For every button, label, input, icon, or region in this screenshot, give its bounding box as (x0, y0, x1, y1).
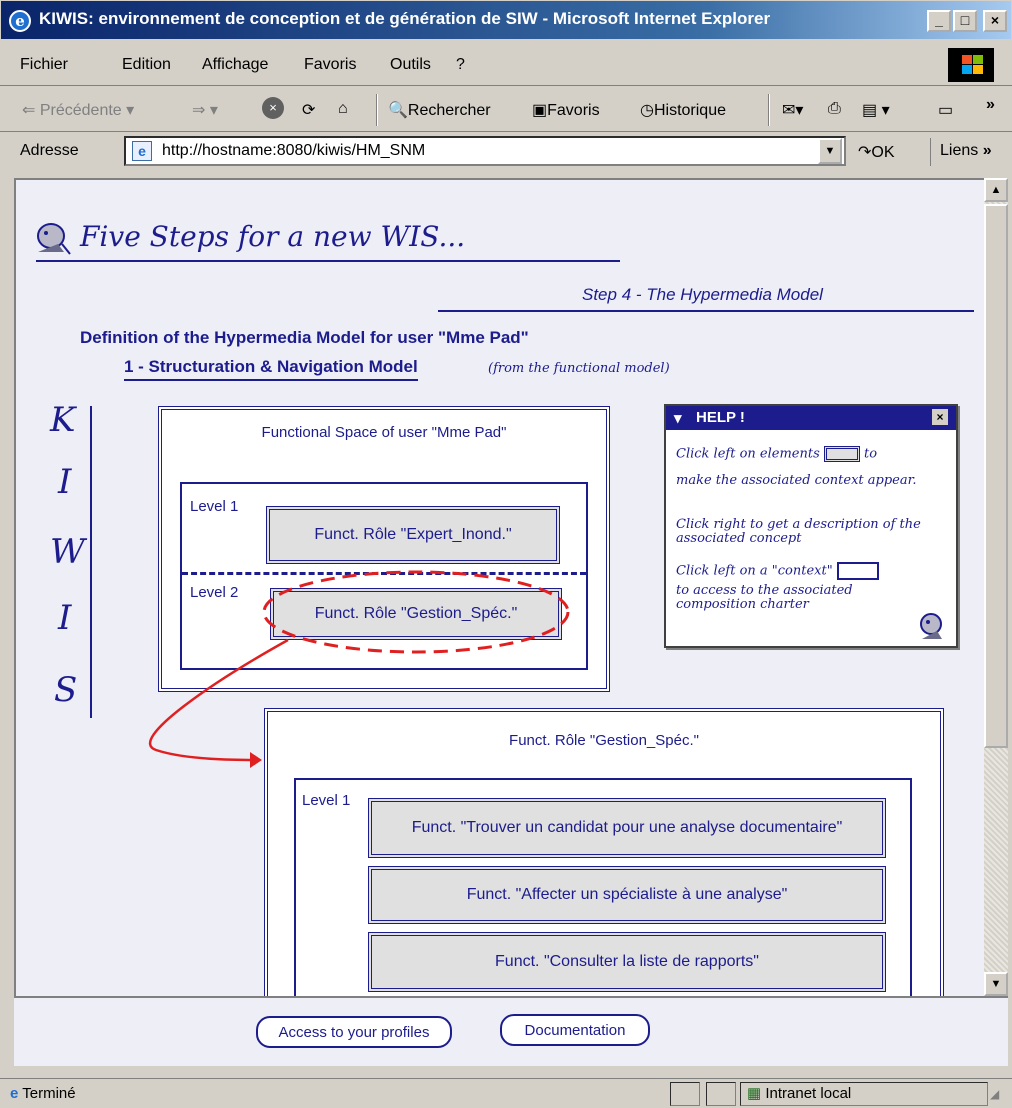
title-bar: e KIWIS: environnement de conception et … (0, 0, 1012, 40)
profiles-button[interactable]: Access to your profiles (256, 1016, 452, 1048)
mail-icon[interactable]: ✉▾ (782, 100, 803, 120)
print-icon[interactable]: ⎙ (828, 100, 841, 118)
search-button[interactable]: 🔍Rechercher (388, 100, 491, 120)
menu-affichage[interactable]: Affichage (202, 56, 268, 74)
toolbar-separator (768, 94, 770, 126)
forward-button[interactable]: ⇒ ▾ (192, 100, 218, 120)
help-line2: Click right to get a description of the … (676, 517, 921, 546)
element-sample-icon (823, 446, 860, 462)
help-close-icon[interactable]: × (932, 409, 948, 425)
menu-favoris[interactable]: Favoris (304, 56, 356, 74)
toolbar-separator (376, 94, 378, 126)
help-line1: Click left on elements to (676, 446, 926, 462)
function-button-2[interactable]: Funct. "Affecter un spécialiste à une an… (368, 866, 886, 924)
help-line1-to: to (864, 446, 878, 462)
maximize-button[interactable]: □ (953, 10, 977, 32)
status-label: Terminé (22, 1085, 76, 1102)
toolbar: ⇐ Précédente ▾ ⇒ ▾ × ⟳ ⌂ 🔍Rechercher ▣Fa… (0, 88, 1012, 132)
bottom-frame: Access to your profiles Documentation (14, 996, 1008, 1066)
function-button-1[interactable]: Funct. "Trouver un candidat pour une ana… (368, 798, 886, 858)
scroll-down-button[interactable]: ▼ (984, 972, 1008, 996)
status-cell (706, 1082, 736, 1106)
help-line3-text: Click left on a "context" (676, 563, 833, 579)
refresh-icon[interactable]: ⟳ (302, 100, 315, 120)
context-sample-icon (836, 562, 879, 580)
close-button[interactable]: × (983, 10, 1007, 32)
resize-grip-icon[interactable]: ◢ (990, 1087, 999, 1101)
back-button[interactable]: ⇐ Précédente ▾ (22, 100, 134, 120)
status-bar: e Terminé ▦ Intranet local ◢ (0, 1078, 1012, 1108)
address-label: Adresse (20, 142, 79, 159)
ie-icon: e (9, 10, 31, 32)
help-line1-cont: make the associated context appear. (676, 473, 917, 488)
role-panel[interactable]: Funct. Rôle "Gestion_Spéc." Level 1 Func… (264, 708, 944, 996)
role-panel-title: Funct. Rôle "Gestion_Spéc." (509, 732, 699, 749)
collapse-icon[interactable]: ▾ (674, 409, 682, 427)
favorites-label: Favoris (547, 102, 600, 119)
links-label: Liens (940, 142, 979, 159)
favorites-button[interactable]: ▣Favoris (532, 100, 600, 120)
search-label: Rechercher (407, 102, 491, 119)
scrollbar-thumb[interactable] (984, 204, 1008, 748)
menu-help[interactable]: ? (456, 56, 465, 74)
status-cell (670, 1082, 700, 1106)
window-title: KIWIS: environnement de conception et de… (39, 9, 771, 28)
stop-icon[interactable]: × (262, 97, 284, 119)
address-dropdown-button[interactable]: ▼ (818, 138, 842, 164)
intranet-icon: ▦ (747, 1085, 762, 1102)
history-button[interactable]: ◷Historique (640, 100, 726, 120)
help-panel: ▾ HELP ! × Click left on elements to mak… (664, 404, 958, 648)
kiwi-help-icon (918, 612, 948, 642)
documentation-button[interactable]: Documentation (500, 1014, 650, 1046)
menu-edition[interactable]: Edition (122, 56, 171, 74)
menu-bar: Fichier Edition Affichage Favoris Outils… (0, 40, 1012, 86)
zone-indicator: ▦ Intranet local (740, 1082, 988, 1106)
home-icon[interactable]: ⌂ (338, 100, 348, 118)
arrow-head-icon (250, 752, 262, 768)
page-done-icon: e (10, 1085, 19, 1102)
highlight-ellipse (262, 570, 570, 654)
status-text: e Terminé (10, 1085, 76, 1102)
scroll-up-button[interactable]: ▲ (984, 178, 1008, 202)
back-label: Précédente (39, 102, 122, 119)
toolbar-overflow-icon[interactable]: » (986, 96, 995, 114)
menu-outils[interactable]: Outils (390, 56, 431, 74)
zone-label: Intranet local (765, 1085, 852, 1102)
page-icon: e (132, 141, 152, 161)
separator (930, 138, 931, 166)
help-title: HELP ! (696, 409, 745, 426)
help-title-bar: ▾ HELP ! × (666, 406, 956, 430)
go-button[interactable]: ↷OK (858, 142, 895, 162)
help-line3: Click left on a "context" (676, 562, 946, 580)
menu-fichier[interactable]: Fichier (20, 56, 68, 74)
edit-icon[interactable]: ▤ ▾ (862, 100, 890, 120)
minimize-button[interactable]: _ (927, 10, 951, 32)
links-button[interactable]: Liens » (940, 142, 992, 160)
address-input[interactable]: e http://hostname:8080/kiwis/HM_SNM (124, 136, 846, 166)
address-url: http://hostname:8080/kiwis/HM_SNM (162, 142, 426, 159)
help-line3-cont: to access to the associated composition … (676, 583, 853, 612)
help-line1-text: Click left on elements (676, 446, 820, 462)
role-levels-container: Level 1 Funct. "Trouver un candidat pour… (294, 778, 912, 996)
go-label: OK (871, 144, 895, 161)
windows-logo-icon (948, 48, 994, 82)
discuss-icon[interactable]: ▭ (938, 100, 953, 120)
role-level1-label: Level 1 (302, 792, 351, 809)
history-label: Historique (653, 102, 726, 119)
function-button-3[interactable]: Funct. "Consulter la liste de rapports" (368, 932, 886, 992)
